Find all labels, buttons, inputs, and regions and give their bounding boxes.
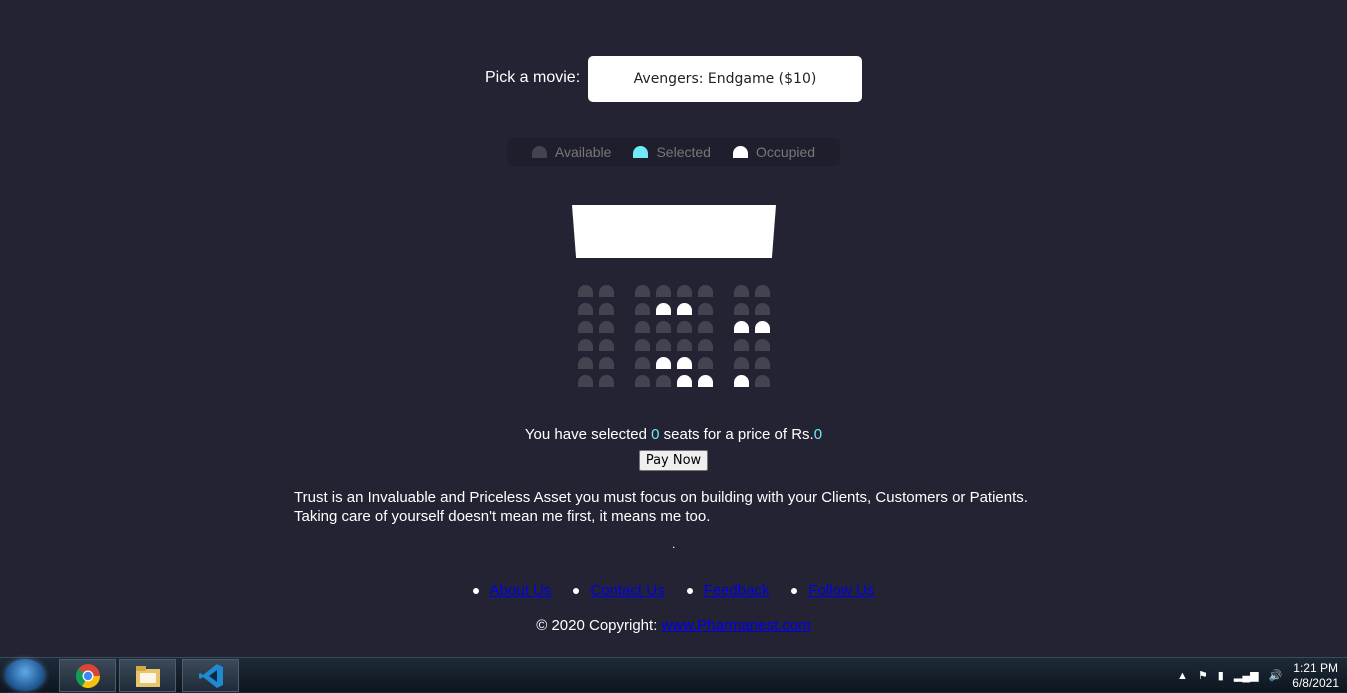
- footer-link-item: About Us: [473, 582, 552, 599]
- summary-prefix: You have selected: [524, 426, 652, 443]
- seat-available[interactable]: [755, 285, 770, 297]
- footer-link-item: Feedback: [687, 582, 770, 599]
- seat-available[interactable]: [599, 285, 614, 297]
- seat-available[interactable]: [698, 303, 713, 315]
- copyright-link[interactable]: www.Pharmanest.com: [662, 617, 811, 634]
- seat-available[interactable]: [734, 285, 749, 297]
- seat-available[interactable]: [599, 357, 614, 369]
- legend-selected: Selected: [633, 144, 711, 160]
- legend-available: Available: [531, 144, 612, 160]
- seat-available[interactable]: [734, 339, 749, 351]
- clock-date: 6/8/2021: [1292, 675, 1339, 690]
- occupied-seat-icon: [732, 146, 748, 158]
- copyright-text: © 2020 Copyright:: [536, 617, 662, 634]
- summary-middle: seats for a price of Rs.: [659, 426, 814, 443]
- seat-available[interactable]: [635, 303, 650, 315]
- seat-available[interactable]: [755, 357, 770, 369]
- seat-available[interactable]: [635, 321, 650, 333]
- contact-us-link[interactable]: Contact Us: [590, 582, 664, 599]
- movie-picker-row: Pick a movie: Avengers: Endgame ($10): [0, 56, 1347, 102]
- separator-dot: .: [672, 537, 676, 551]
- seat-available[interactable]: [755, 303, 770, 315]
- power-icon[interactable]: ▮: [1218, 669, 1224, 682]
- chrome-icon[interactable]: [59, 659, 116, 692]
- network-icon[interactable]: ▂▄▆: [1234, 669, 1259, 682]
- show-hidden-icons-icon[interactable]: ▲: [1177, 670, 1188, 682]
- selection-summary: You have selected 0 seats for a price of…: [0, 426, 1347, 443]
- legend-selected-label: Selected: [656, 144, 711, 160]
- seat-available[interactable]: [656, 339, 671, 351]
- quote: Trust is an Invaluable and Priceless Ass…: [294, 488, 1094, 526]
- seat-available[interactable]: [656, 285, 671, 297]
- footer-links: About Us Contact Us Feedback Follow Us: [0, 582, 1347, 599]
- feedback-link[interactable]: Feedback: [704, 582, 770, 599]
- available-seat-icon: [531, 146, 547, 158]
- seat-available[interactable]: [599, 303, 614, 315]
- seat-legend: Available Selected Occupied: [507, 138, 840, 166]
- seat-available[interactable]: [698, 339, 713, 351]
- file-explorer-icon[interactable]: [119, 659, 176, 692]
- seat-available[interactable]: [698, 321, 713, 333]
- legend-occupied: Occupied: [732, 144, 816, 160]
- footer-link-item: Follow Us: [791, 582, 874, 599]
- action-center-flag-icon[interactable]: ⚑: [1198, 669, 1208, 682]
- seat-available[interactable]: [755, 375, 770, 387]
- seat-available[interactable]: [635, 285, 650, 297]
- selected-seat-icon: [633, 146, 649, 158]
- seat-occupied: [656, 303, 671, 315]
- page: Pick a movie: Avengers: Endgame ($10) Av…: [0, 0, 1347, 657]
- seat-available[interactable]: [698, 285, 713, 297]
- cinema-screen: [572, 205, 776, 258]
- quote-line-1: Trust is an Invaluable and Priceless Ass…: [294, 489, 1028, 506]
- start-button[interactable]: [5, 659, 45, 691]
- clock[interactable]: 1:21 PM 6/8/2021: [1292, 661, 1339, 691]
- footer-link-item: Contact Us: [573, 582, 664, 599]
- seat-available[interactable]: [578, 321, 593, 333]
- seat-occupied: [677, 375, 692, 387]
- legend-occupied-label: Occupied: [755, 144, 816, 160]
- seat-available[interactable]: [734, 357, 749, 369]
- seat-available[interactable]: [698, 357, 713, 369]
- vscode-icon[interactable]: [182, 659, 239, 692]
- seat-occupied: [755, 321, 770, 333]
- seat-available[interactable]: [656, 321, 671, 333]
- seat-available[interactable]: [734, 303, 749, 315]
- legend-available-label: Available: [554, 144, 612, 160]
- taskbar: ▲ ⚑ ▮ ▂▄▆ 🔊 1:21 PM 6/8/2021: [0, 657, 1347, 692]
- movie-label: Pick a movie:: [485, 69, 581, 86]
- seat-available[interactable]: [578, 285, 593, 297]
- seat-available[interactable]: [755, 339, 770, 351]
- seat-available[interactable]: [656, 375, 671, 387]
- seat-available[interactable]: [578, 303, 593, 315]
- seat-available[interactable]: [635, 357, 650, 369]
- seat-available[interactable]: [599, 375, 614, 387]
- seat-available[interactable]: [635, 339, 650, 351]
- seat-occupied: [698, 375, 713, 387]
- volume-icon[interactable]: 🔊: [1269, 669, 1283, 682]
- seat-available[interactable]: [578, 339, 593, 351]
- movie-select[interactable]: Avengers: Endgame ($10): [588, 56, 862, 102]
- seat-available[interactable]: [599, 321, 614, 333]
- follow-us-link[interactable]: Follow Us: [808, 582, 874, 599]
- seat-occupied: [656, 357, 671, 369]
- seat-occupied: [677, 303, 692, 315]
- about-us-link[interactable]: About Us: [490, 582, 552, 599]
- copyright: © 2020 Copyright: www.Pharmanest.com: [0, 617, 1347, 634]
- seat-available[interactable]: [677, 321, 692, 333]
- seat-available[interactable]: [677, 339, 692, 351]
- seat-available[interactable]: [677, 285, 692, 297]
- seat-occupied: [734, 375, 749, 387]
- seat-occupied: [677, 357, 692, 369]
- quote-line-2: Taking care of yourself doesn't mean me …: [294, 508, 711, 525]
- clock-time: 1:21 PM: [1293, 660, 1338, 675]
- seat-available[interactable]: [635, 375, 650, 387]
- seat-available[interactable]: [599, 339, 614, 351]
- seat-available[interactable]: [578, 375, 593, 387]
- seat-occupied: [734, 321, 749, 333]
- seat-available[interactable]: [578, 357, 593, 369]
- pay-now-button[interactable]: Pay Now: [639, 450, 708, 471]
- total-price: 0: [813, 426, 823, 443]
- system-tray: ▲ ⚑ ▮ ▂▄▆ 🔊 1:21 PM 6/8/2021: [1177, 658, 1339, 693]
